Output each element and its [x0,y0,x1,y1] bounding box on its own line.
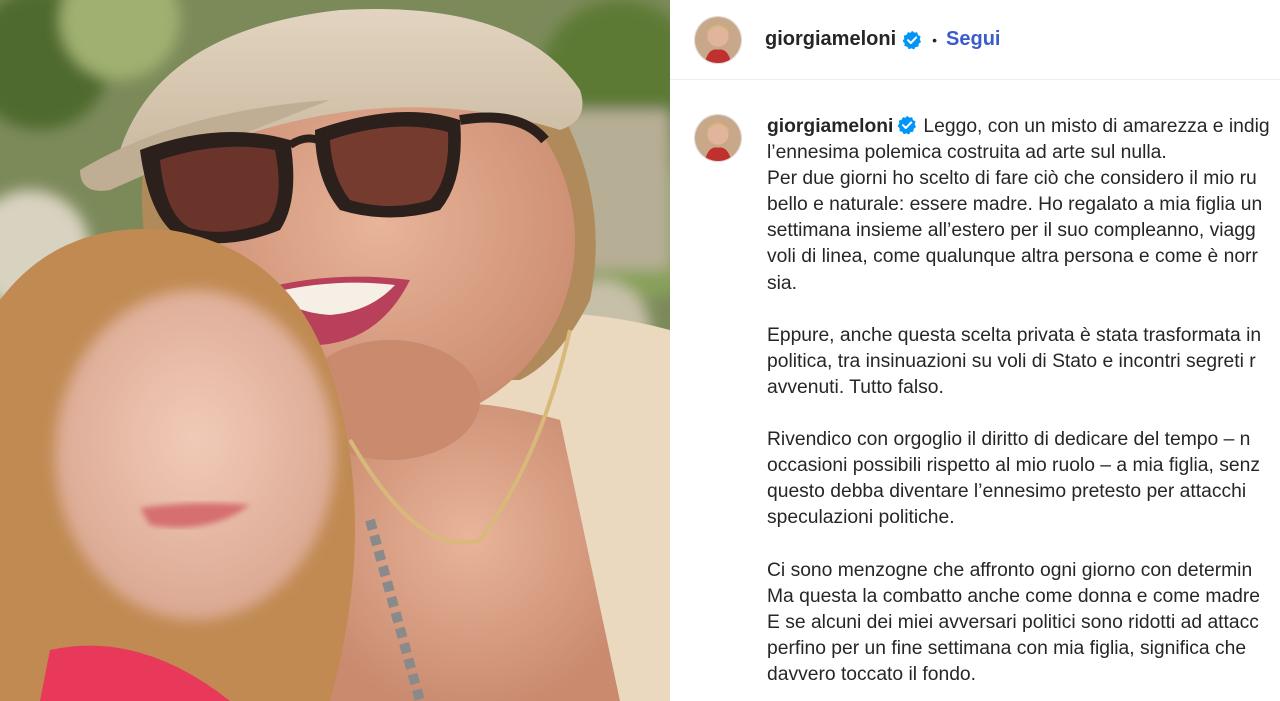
caption-line: sia. [767,272,798,294]
caption-line: E se alcuni dei miei avversari politici … [767,611,1259,633]
caption-line: davvero toccato il fondo. [767,663,977,685]
caption-verified-badge-icon [897,115,917,135]
caption-line: l’ennesima polemica costruita ad arte su… [767,142,1167,164]
verified-badge-icon [902,30,922,50]
caption-line: questo debba diventare l’ennesimo pretes… [767,481,1247,503]
post-header: giorgiameloni • Segui [670,0,1280,80]
caption-line: Ma questa la combatto anche come donna e… [767,585,1261,607]
post-photo[interactable] [0,0,670,701]
caption-username[interactable]: giorgiameloni [767,116,893,137]
author-avatar[interactable] [694,15,742,64]
header-separator: • [932,31,938,48]
caption-line: Leggo, con un misto di amarezza e indig [923,116,1270,137]
caption-line: perfino per un fine settimana con mia fi… [767,637,1247,659]
caption-line: occasioni possibili rispetto al mio ruol… [767,455,1260,477]
caption-line: voli di linea, come qualunque altra pers… [767,246,1258,268]
author-username[interactable]: giorgiameloni [765,28,896,51]
caption-block: giorgiameloni Leggo, con un misto di amar… [694,114,1280,688]
post-caption: giorgiameloni Leggo, con un misto di amar… [767,114,1280,688]
post-side-panel: giorgiameloni • Segui giorgiameloni Leggo… [670,0,1280,701]
caption-line: Ci sono menzogne che affronto ogni giorn… [767,559,1253,581]
caption-author-avatar[interactable] [694,114,742,162]
caption-line: Rivendico con orgoglio il diritto di ded… [767,429,1251,451]
caption-line: bello e naturale: essere madre. Ho regal… [767,194,1263,216]
caption-line: avvenuti. Tutto falso. [767,376,944,398]
caption-line: Per due giorni ho scelto di fare ciò che… [767,168,1257,190]
post-image [0,0,670,701]
caption-line: politica, tra insinuazioni su voli di St… [767,350,1256,372]
caption-line: settimana insieme all’estero per il suo … [767,220,1256,242]
caption-line: speculazioni politiche. [767,507,955,529]
follow-button[interactable]: Segui [946,28,1000,51]
caption-line: Eppure, anche questa scelta privata è st… [767,324,1262,346]
